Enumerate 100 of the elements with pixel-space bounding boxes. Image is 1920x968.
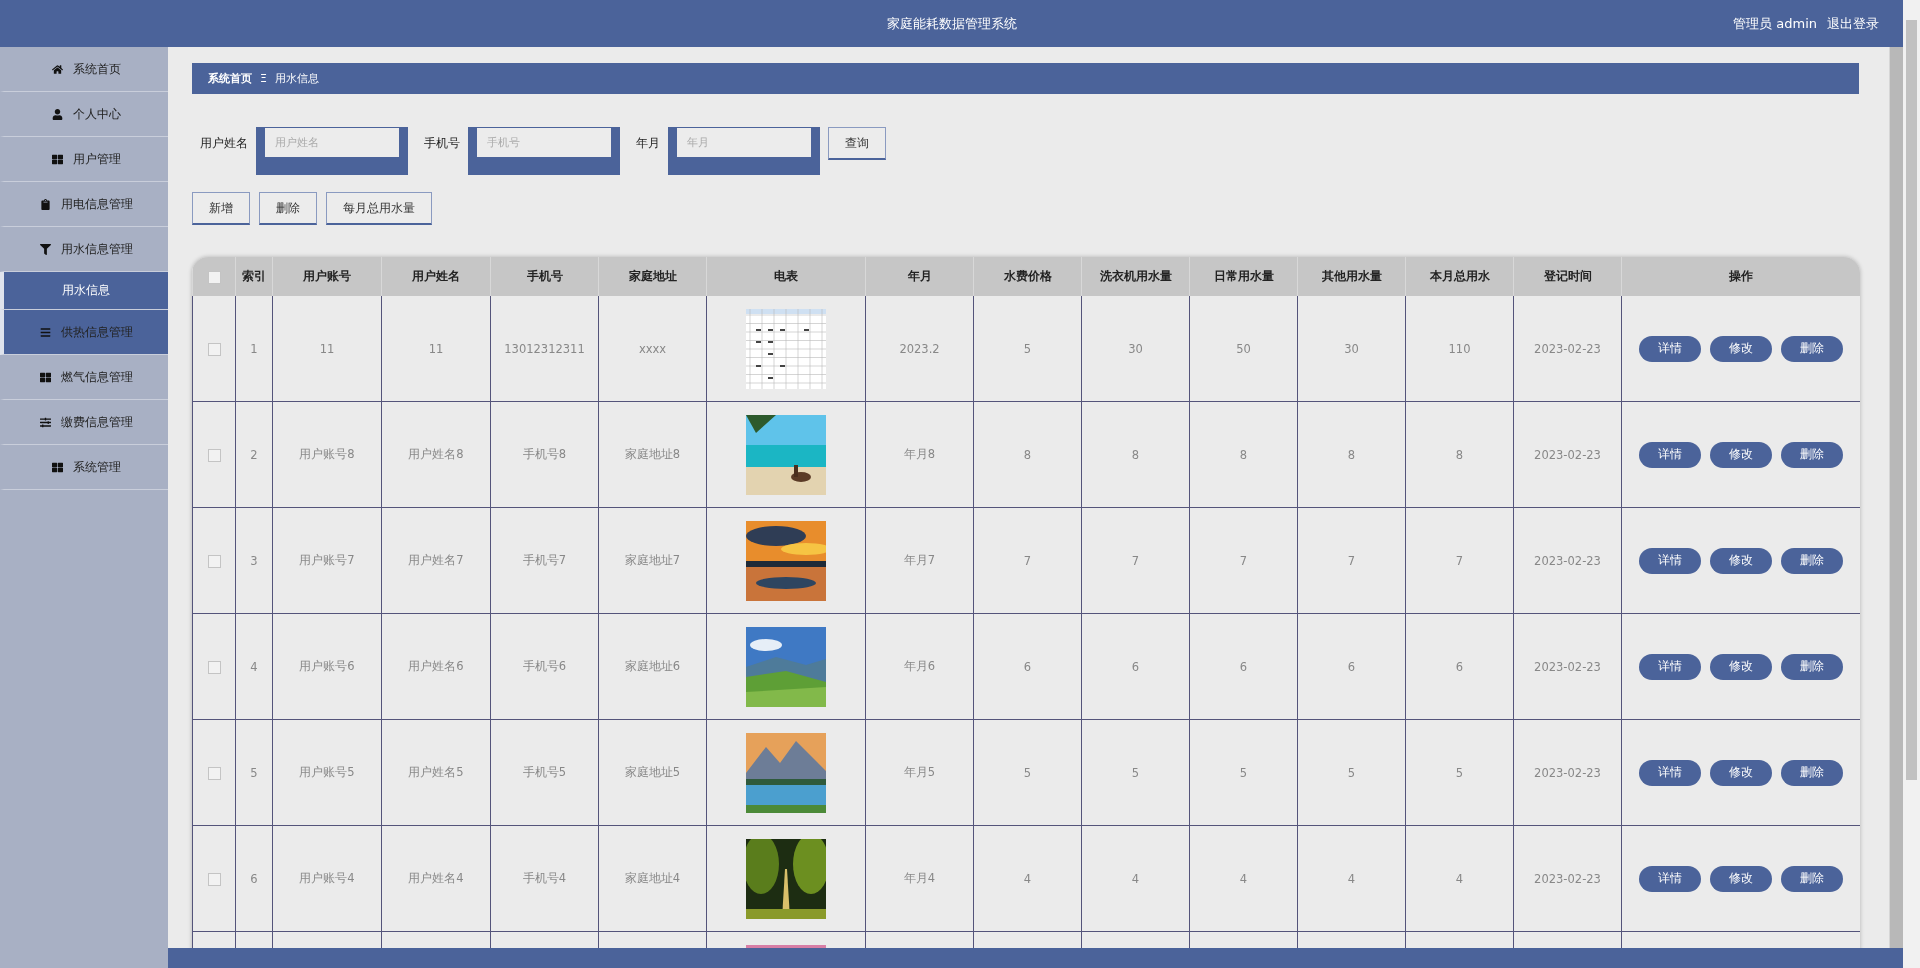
sidebar-item[interactable]: 用户管理 [0,137,168,182]
column-header: 电表 [706,257,866,296]
checkbox[interactable] [207,872,221,886]
sidebar-item-label: 用电信息管理 [60,195,133,213]
table-cell: 7 [1239,553,1248,568]
sidebar-item[interactable]: 用电信息管理 [0,182,168,227]
row-action-button[interactable]: 修改 [1710,653,1772,680]
table-cell: 6 [1131,659,1140,674]
filter-label: 年月 [636,135,660,152]
table-cell: 手机号4 [522,871,567,885]
table-cell: 手机号5 [522,765,567,779]
table-cell: 用户姓名4 [408,871,464,885]
column-header: 洗衣机用水量 [1081,257,1190,296]
row-action-button[interactable]: 修改 [1710,865,1772,892]
row-action-button[interactable]: 删除 [1781,653,1843,680]
row-action-button[interactable]: 详情 [1639,865,1701,892]
home-icon [51,63,63,75]
sidebar-item[interactable]: 系统管理 [0,445,168,490]
column-header: 操作 [1621,257,1860,296]
sidebar-item[interactable]: 缴费信息管理 [0,400,168,445]
row-action-button[interactable]: 修改 [1710,759,1772,786]
sidebar-item-label: 系统管理 [72,458,121,476]
row-action-button[interactable]: 详情 [1639,547,1701,574]
row-action-button[interactable]: 删除 [1781,441,1843,468]
filter-label: 用户姓名 [200,135,248,152]
search-button[interactable]: 查询 [828,127,886,160]
row-action-button[interactable]: 修改 [1710,335,1772,362]
app-title: 家庭能耗数据管理系统 [886,14,1017,33]
column-header: 水费价格 [973,257,1082,296]
column-header: 年月 [865,257,974,296]
table-cell: 4 [1023,871,1032,886]
table-cell: 8 [1239,447,1248,462]
table-cell: 6 [1239,659,1248,674]
table-cell: 用户账号7 [299,553,355,567]
table-cell: 5 [1347,765,1356,780]
table-cell: 家庭地址8 [624,447,681,461]
action-button[interactable]: 删除 [259,192,317,225]
table-cell: 6 [1023,659,1032,674]
table-cell: 家庭地址4 [624,871,681,885]
row-action-button[interactable]: 删除 [1781,335,1843,362]
row-action-button[interactable]: 详情 [1639,653,1701,680]
table-cell: 用户账号5 [299,765,355,779]
row-action-button[interactable]: 删除 [1781,759,1843,786]
table-cell: 家庭地址7 [624,553,681,567]
row-action-button[interactable]: 删除 [1781,547,1843,574]
checkbox[interactable] [207,660,221,674]
sidebar-item[interactable]: 燃气信息管理 [0,355,168,400]
table-cell: 8 [1131,447,1140,462]
table-cell: 2023-02-23 [1534,553,1601,568]
table-cell: 8 [1455,447,1464,462]
table-cell: 50 [1236,341,1251,356]
checkbox[interactable] [207,448,221,462]
sidebar-item[interactable]: 系统首页 [0,47,168,92]
column-header: 本月总用水 [1405,257,1514,296]
table-cell: 7 [1023,553,1032,568]
table-cell: 5 [1455,765,1464,780]
action-button[interactable]: 每月总用水量 [326,192,432,225]
breadcrumb-link[interactable]: 系统首页 [208,71,252,86]
table-cell: 11 [428,341,444,356]
table-cell: 5 [1023,765,1032,780]
sidebar-item[interactable]: 个人中心 [0,92,168,137]
table-cell: 6 [1347,659,1356,674]
row-action-button[interactable]: 详情 [1639,335,1701,362]
table-cell: 11 [319,341,335,356]
column-header: 日常用水量 [1189,257,1298,296]
table-cell: 110 [1448,341,1471,356]
column-header: 用户姓名 [381,257,491,296]
table-cell: 家庭地址5 [624,765,681,779]
input-field[interactable]: 用户姓名 [256,127,408,175]
user-label: 管理员 admin [1733,15,1817,33]
row-action-button[interactable]: 详情 [1639,759,1701,786]
sidebar-subitem[interactable]: 用水信息 [0,272,168,310]
table-cell: 6 [250,871,258,886]
table-cell: 5 [1023,341,1032,356]
checkbox[interactable] [207,270,221,284]
checkbox[interactable] [207,342,221,356]
breadcrumb-link[interactable]: 用水信息 [274,71,319,86]
row-action-button[interactable]: 删除 [1781,865,1843,892]
table-cell: 手机号6 [522,659,567,673]
action-button[interactable]: 新增 [192,192,250,225]
sidebar-item-label: 系统首页 [72,60,121,78]
table-cell: 用户姓名5 [408,765,464,779]
table-cell: 2023-02-23 [1534,447,1601,462]
table-cell: 4 [1455,871,1464,886]
checkbox[interactable] [207,554,221,568]
table-cell: 用户姓名6 [408,659,464,673]
logout-link[interactable]: 退出登录 [1827,15,1879,33]
table-cell: 3 [250,553,258,568]
table-cell: 1 [250,341,258,356]
scrollbar[interactable] [1903,0,1920,968]
row-action-button[interactable]: 详情 [1639,441,1701,468]
table-cell: 手机号7 [522,553,567,567]
row-action-button[interactable]: 修改 [1710,547,1772,574]
checkbox[interactable] [207,766,221,780]
row-action-button[interactable]: 修改 [1710,441,1772,468]
table-cell: 13012312311 [504,341,585,356]
sidebar-item-label: 个人中心 [72,105,121,123]
table-cell: 30 [1344,341,1359,356]
table-cell: 年月8 [903,447,936,461]
scrollbar[interactable] [1889,47,1903,948]
